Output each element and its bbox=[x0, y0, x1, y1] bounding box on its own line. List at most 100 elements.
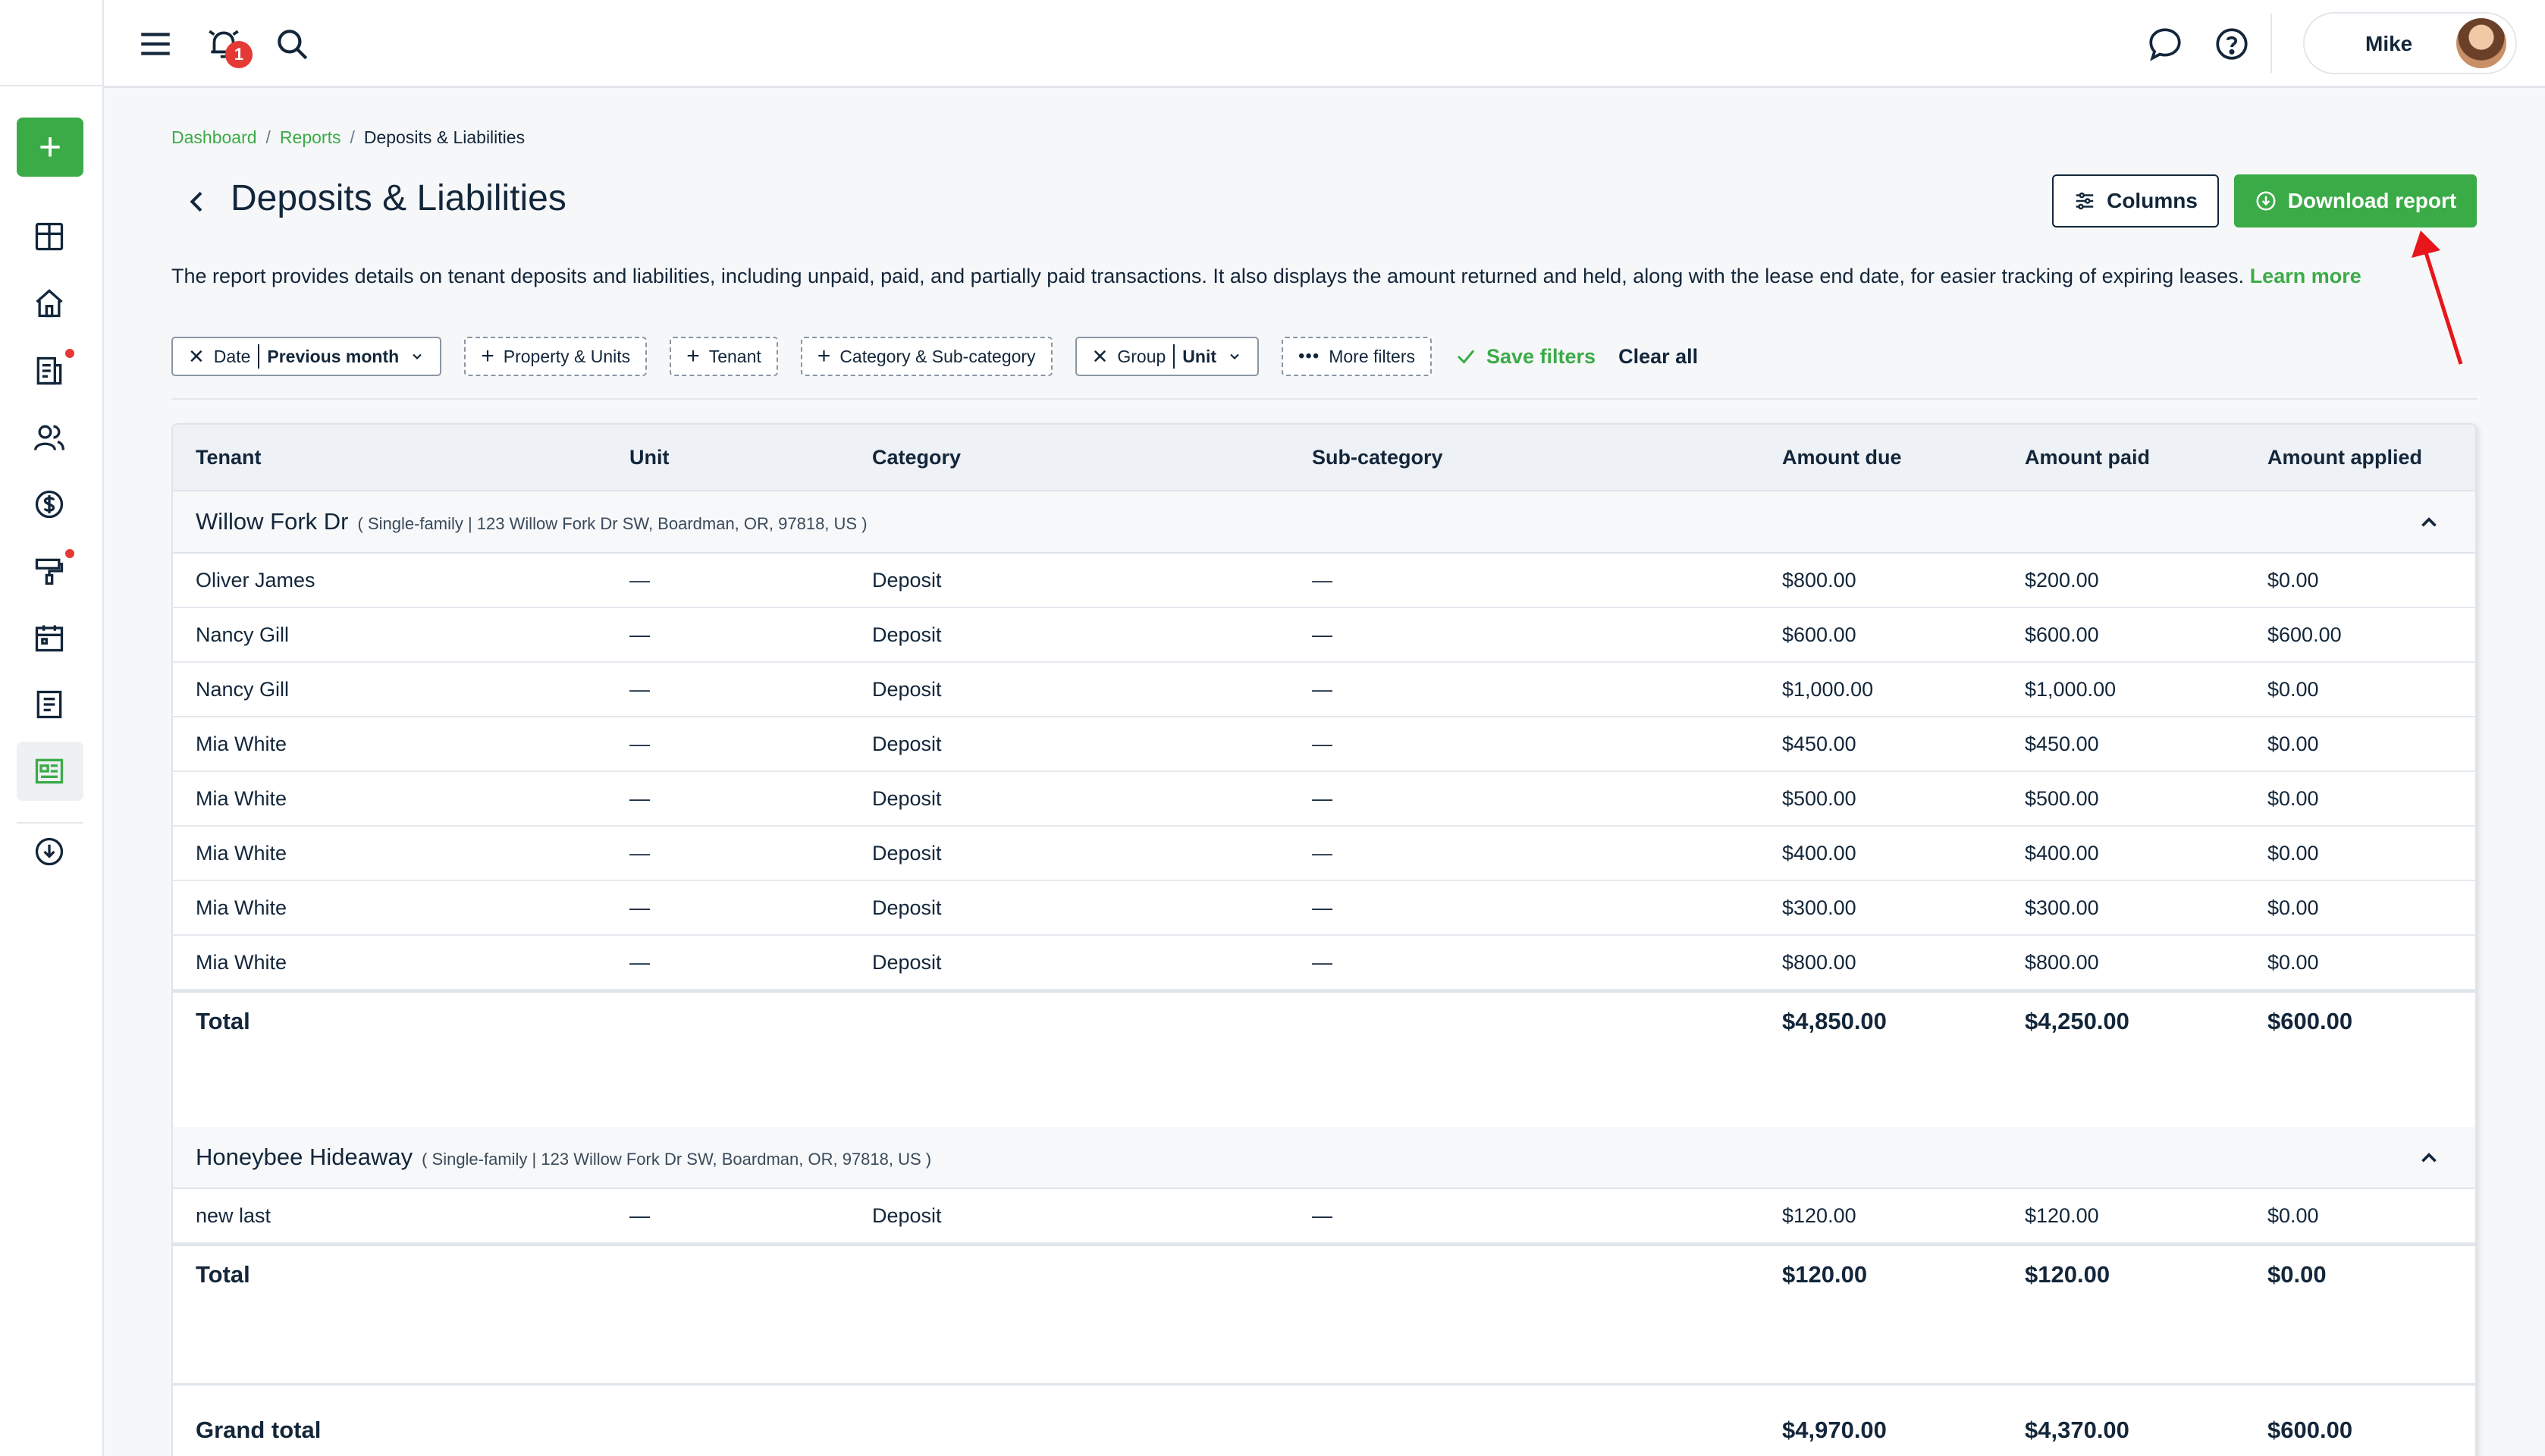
group-address: ( Single-family | 123 Willow Fork Dr SW,… bbox=[422, 1150, 932, 1169]
download-report-button[interactable]: Download report bbox=[2234, 174, 2477, 228]
chevron-up-icon[interactable] bbox=[2416, 510, 2442, 535]
documents-icon[interactable] bbox=[30, 686, 68, 723]
column-header-category[interactable]: Category bbox=[872, 446, 961, 469]
cell-amount-paid: $300.00 bbox=[2025, 896, 2099, 919]
cell-tenant: Mia White bbox=[196, 733, 287, 755]
date-filter-value: Previous month bbox=[267, 346, 400, 366]
cell-sub-category: — bbox=[1312, 951, 1332, 974]
column-header-sub-category[interactable]: Sub-category bbox=[1312, 446, 1443, 469]
clear-all-button[interactable]: Clear all bbox=[1618, 345, 1698, 369]
user-menu[interactable]: Mike bbox=[2303, 12, 2517, 74]
remove-date-filter-icon[interactable]: ✕ bbox=[188, 345, 205, 369]
cell-tenant: Mia White bbox=[196, 951, 287, 974]
columns-button[interactable]: Columns bbox=[2052, 174, 2219, 228]
column-header-amount-paid[interactable]: Amount paid bbox=[2025, 446, 2150, 469]
group-filter-label: Group bbox=[1117, 346, 1166, 366]
table-row: new last — Deposit — $120.00 $120.00 $0.… bbox=[173, 1189, 2475, 1244]
menu-icon[interactable] bbox=[134, 23, 177, 65]
cell-unit: — bbox=[629, 787, 650, 810]
column-header-tenant[interactable]: Tenant bbox=[196, 446, 262, 469]
cell-amount-due: $800.00 bbox=[1782, 569, 1856, 592]
chat-icon[interactable] bbox=[2144, 23, 2186, 65]
cell-sub-category: — bbox=[1312, 733, 1332, 755]
search-icon[interactable] bbox=[271, 23, 313, 65]
check-icon bbox=[1457, 350, 1475, 364]
report-table: Tenant Unit Category Sub-category Amount… bbox=[171, 423, 2477, 1456]
chevron-down-icon bbox=[1230, 353, 1239, 360]
cell-tenant: Nancy Gill bbox=[196, 623, 290, 646]
breadcrumb-dashboard[interactable]: Dashboard bbox=[171, 127, 257, 148]
leases-icon[interactable] bbox=[30, 349, 74, 390]
cell-category: Deposit bbox=[872, 623, 942, 646]
date-filter-chip[interactable]: ✕ Date Previous month bbox=[171, 337, 442, 376]
table-row: Oliver James — Deposit — $800.00 $200.00… bbox=[173, 554, 2475, 608]
add-new-button[interactable]: + bbox=[17, 118, 83, 177]
cell-unit: — bbox=[629, 1204, 650, 1227]
total-amount-due: $4,850.00 bbox=[1782, 1008, 1887, 1034]
cell-amount-applied: $0.00 bbox=[2267, 842, 2319, 864]
cell-category: Deposit bbox=[872, 733, 942, 755]
breadcrumb-separator: / bbox=[265, 127, 271, 147]
breadcrumb-current: Deposits & Liabilities bbox=[363, 127, 526, 147]
report-description: The report provides details on tenant de… bbox=[171, 262, 2492, 290]
cell-amount-applied: $0.00 bbox=[2267, 678, 2319, 701]
grand-total-amount-paid: $4,370.00 bbox=[2025, 1417, 2129, 1443]
filter-bar: ✕ Date Previous month + Property & Units… bbox=[171, 337, 1698, 376]
people-icon[interactable] bbox=[30, 419, 68, 457]
maintenance-icon[interactable] bbox=[30, 549, 74, 590]
table-header: Tenant Unit Category Sub-category Amount… bbox=[173, 425, 2475, 491]
grand-total-row: Grand total $4,970.00 $4,370.00 $600.00 bbox=[173, 1401, 2475, 1456]
total-amount-paid: $4,250.00 bbox=[2025, 1008, 2129, 1034]
home-icon[interactable] bbox=[30, 284, 68, 322]
back-chevron-icon[interactable] bbox=[182, 185, 212, 218]
group-header-honeybee-hideaway[interactable]: Honeybee Hideaway ( Single-family | 123 W… bbox=[173, 1127, 2475, 1189]
table-row: Mia White — Deposit — $500.00 $500.00 $0… bbox=[173, 772, 2475, 827]
chevron-up-icon[interactable] bbox=[2416, 1145, 2442, 1171]
column-header-unit[interactable]: Unit bbox=[629, 446, 669, 469]
accounting-icon[interactable] bbox=[30, 485, 68, 523]
save-filters-button[interactable]: Save filters bbox=[1455, 345, 1596, 369]
grand-total-divider bbox=[173, 1383, 2475, 1385]
dashboard-icon[interactable] bbox=[30, 218, 68, 256]
grand-total-label: Grand total bbox=[196, 1417, 322, 1443]
cell-sub-category: — bbox=[1312, 842, 1332, 864]
total-label: Total bbox=[196, 1008, 250, 1034]
cell-tenant: Mia White bbox=[196, 842, 287, 864]
cell-amount-due: $500.00 bbox=[1782, 787, 1856, 810]
column-header-amount-applied[interactable]: Amount applied bbox=[2267, 446, 2422, 469]
save-filters-label: Save filters bbox=[1486, 344, 1596, 368]
sliders-icon bbox=[2076, 192, 2094, 210]
cell-sub-category: — bbox=[1312, 623, 1332, 646]
total-amount-due: $120.00 bbox=[1782, 1261, 1868, 1288]
breadcrumb-reports[interactable]: Reports bbox=[280, 127, 341, 148]
cell-amount-applied: $0.00 bbox=[2267, 896, 2319, 919]
calendar-icon[interactable] bbox=[30, 619, 68, 657]
category-filter-chip[interactable]: + Category & Sub-category bbox=[800, 337, 1053, 376]
grand-total-amount-due: $4,970.00 bbox=[1782, 1417, 1887, 1443]
more-filters-chip[interactable]: ••• More filters bbox=[1282, 337, 1432, 376]
cell-category: Deposit bbox=[872, 678, 942, 701]
cell-sub-category: — bbox=[1312, 787, 1332, 810]
user-name: Mike bbox=[2365, 32, 2413, 55]
group-header-willow-fork-dr[interactable]: Willow Fork Dr ( Single-family | 123 Will… bbox=[173, 491, 2475, 554]
cloud-download-icon[interactable] bbox=[30, 833, 68, 871]
grand-total-amount-applied: $600.00 bbox=[2267, 1417, 2353, 1443]
cell-unit: — bbox=[629, 569, 650, 592]
table-row: Nancy Gill — Deposit — $1,000.00 $1,000.… bbox=[173, 663, 2475, 717]
columns-button-label: Columns bbox=[2107, 189, 2198, 212]
group-filter-chip[interactable]: ✕ Group Unit bbox=[1075, 337, 1260, 376]
date-filter-label: Date bbox=[213, 346, 251, 366]
column-header-amount-due[interactable]: Amount due bbox=[1782, 446, 1901, 469]
remove-group-filter-icon[interactable]: ✕ bbox=[1092, 345, 1109, 369]
topbar-separator bbox=[2270, 14, 2272, 73]
tenant-filter-chip[interactable]: + Tenant bbox=[670, 337, 778, 376]
help-icon[interactable] bbox=[2211, 23, 2253, 65]
reports-icon[interactable] bbox=[30, 752, 68, 790]
cell-amount-paid: $500.00 bbox=[2025, 787, 2099, 810]
cell-unit: — bbox=[629, 951, 650, 974]
learn-more-link[interactable]: Learn more bbox=[2250, 265, 2361, 287]
notifications-bell-icon[interactable]: 1 bbox=[202, 23, 253, 68]
breadcrumb: Dashboard / Reports / Deposits & Liabili… bbox=[171, 127, 525, 148]
cell-amount-paid: $600.00 bbox=[2025, 623, 2099, 646]
property-units-filter-chip[interactable]: + Property & Units bbox=[464, 337, 648, 376]
